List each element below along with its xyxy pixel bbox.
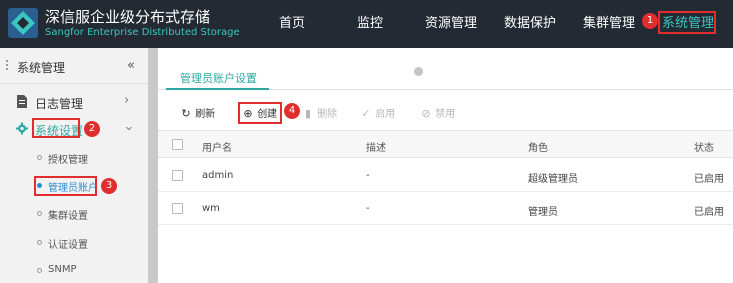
sidebar: 系统管理 « 日志管理 › 系统设置 › 授权管理 管理员账户 集群设置 认证设… xyxy=(0,48,158,283)
cell-description: - xyxy=(366,203,370,214)
sidebar-subitem-cluster-settings[interactable]: 集群设置 xyxy=(0,200,148,228)
enable-button[interactable]: ✓ 启用 xyxy=(360,105,395,121)
cell-username: wm xyxy=(202,203,220,214)
column-header-role[interactable]: 角色 xyxy=(528,139,548,154)
sangfor-logo-icon xyxy=(8,8,38,38)
nav-data-protection[interactable]: 数据保护 xyxy=(504,15,556,33)
table-row[interactable]: wm - 管理员 已启用 xyxy=(158,192,733,225)
column-header-description[interactable]: 描述 xyxy=(366,139,386,154)
bullet-icon xyxy=(37,240,42,245)
double-chevron-left-icon[interactable]: « xyxy=(127,58,135,73)
step-badge-3: 3 xyxy=(101,178,117,194)
gear-icon xyxy=(16,122,28,135)
bullet-icon xyxy=(37,155,42,160)
ban-icon: ⊘ xyxy=(421,107,431,120)
sidebar-item-label: 日志管理 xyxy=(35,97,84,111)
cell-username: admin xyxy=(202,170,234,181)
sidebar-subitem-label: 授权管理 xyxy=(48,155,88,166)
top-navigation-bar: 深信服企业级分布式存储 Sangfor Enterprise Distribut… xyxy=(0,0,733,48)
highlight-frame-admin-accounts xyxy=(34,176,97,196)
chevron-right-icon: › xyxy=(124,93,130,108)
sidebar-title: 系统管理 xyxy=(17,61,66,75)
sidebar-scrollbar[interactable] xyxy=(148,48,158,283)
refresh-icon: ↻ xyxy=(181,107,191,120)
sidebar-subitem-license[interactable]: 授权管理 xyxy=(0,144,148,172)
column-header-status[interactable]: 状态 xyxy=(694,139,714,154)
table-row[interactable]: admin - 超级管理员 已启用 xyxy=(158,159,733,192)
highlight-frame-system-management xyxy=(658,11,716,34)
delete-label: 删除 xyxy=(317,109,338,120)
drag-handle-icon[interactable] xyxy=(6,60,8,72)
sidebar-subitem-label: 集群设置 xyxy=(48,211,88,222)
row-checkbox[interactable] xyxy=(172,170,183,181)
nav-cluster-management[interactable]: 集群管理 xyxy=(583,15,635,33)
table-header-row: 用户名 描述 角色 状态 xyxy=(158,130,733,158)
sidebar-subitem-snmp[interactable]: SNMP xyxy=(0,257,148,283)
refresh-label: 刷新 xyxy=(195,109,216,120)
brand-title: 深信服企业级分布式存储 xyxy=(45,8,211,26)
cell-description: - xyxy=(366,170,370,181)
cell-role: 超级管理员 xyxy=(528,174,578,185)
nav-monitor[interactable]: 监控 xyxy=(357,15,383,33)
brand-subtitle: Sangfor Enterprise Distributed Storage xyxy=(45,27,240,38)
trash-icon: ▮ xyxy=(304,107,312,120)
delete-button[interactable]: ▮ 删除 xyxy=(302,105,337,121)
sidebar-header: 系统管理 « xyxy=(0,48,148,84)
refresh-button[interactable]: ↻ 刷新 xyxy=(180,105,215,121)
sidebar-subitem-label: 认证设置 xyxy=(48,240,88,251)
tab-strip: 管理员账户设置 xyxy=(158,48,733,90)
step-badge-2: 2 xyxy=(84,121,100,137)
sidebar-subitem-label: SNMP xyxy=(48,264,77,275)
sidebar-subitem-auth-settings[interactable]: 认证设置 xyxy=(0,229,148,257)
row-checkbox[interactable] xyxy=(172,203,183,214)
disable-button[interactable]: ⊘ 禁用 xyxy=(420,105,455,121)
select-all-checkbox[interactable] xyxy=(172,139,183,150)
nav-home[interactable]: 首页 xyxy=(279,15,305,33)
step-badge-4: 4 xyxy=(284,103,300,119)
document-icon xyxy=(17,95,27,108)
chevron-down-icon: › xyxy=(121,125,137,132)
highlight-frame-system-settings xyxy=(32,118,80,138)
cell-status: 已启用 xyxy=(694,174,724,185)
pin-icon xyxy=(414,67,423,76)
tab-admin-account-settings[interactable]: 管理员账户设置 xyxy=(166,48,269,90)
disable-label: 禁用 xyxy=(435,109,456,120)
sidebar-item-log-management[interactable]: 日志管理 › xyxy=(0,88,148,116)
enable-label: 启用 xyxy=(375,109,396,120)
nav-resource-management[interactable]: 资源管理 xyxy=(425,15,477,33)
tab-label: 管理员账户设置 xyxy=(180,72,257,85)
bullet-icon xyxy=(37,268,42,273)
cell-status: 已启用 xyxy=(694,207,724,218)
column-header-username[interactable]: 用户名 xyxy=(202,139,232,154)
check-icon: ✓ xyxy=(361,107,371,120)
step-badge-1: 1 xyxy=(642,13,658,29)
main-content: 管理员账户设置 ↻ 刷新 ⊕ 创建 ▮ 删除 ✓ 启用 ⊘ 禁用 用户名 描述 xyxy=(158,48,733,283)
bullet-icon xyxy=(37,211,42,216)
cell-role: 管理员 xyxy=(528,207,558,218)
highlight-frame-create-button xyxy=(238,102,282,124)
